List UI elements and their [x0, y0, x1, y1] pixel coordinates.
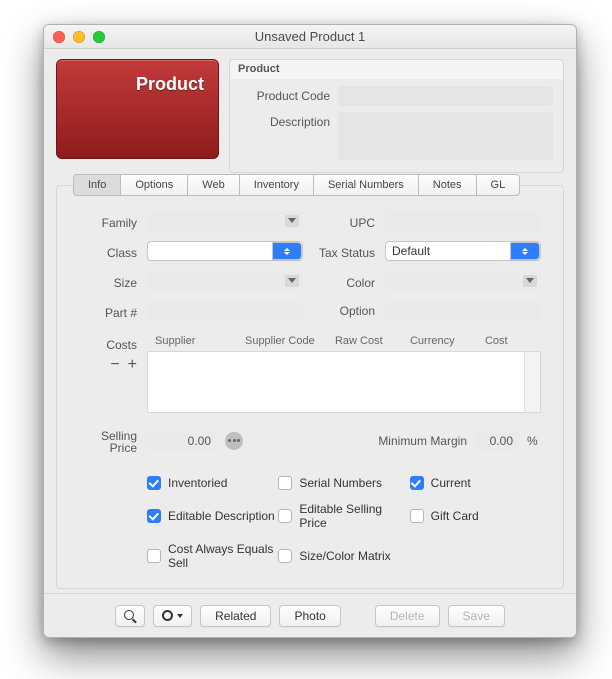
color-label: Color — [313, 273, 375, 290]
option-field[interactable] — [385, 301, 541, 321]
save-button[interactable]: Save — [448, 605, 505, 627]
selling-price-label: Selling Price — [79, 427, 137, 454]
costs-table[interactable] — [147, 351, 541, 413]
size-color-matrix-checkbox[interactable]: Size/Color Matrix — [278, 542, 409, 570]
gift-card-checkbox[interactable]: Gift Card — [410, 502, 541, 530]
tab-info[interactable]: Info — [73, 174, 120, 196]
product-group-title: Product — [229, 59, 564, 79]
min-margin-field[interactable]: 0.00 — [475, 431, 519, 451]
tab-body-info: Family UPC Class Tax Status Default — [57, 207, 563, 588]
search-icon — [124, 610, 136, 622]
tab-web[interactable]: Web — [187, 174, 238, 196]
pct-label: % — [527, 434, 541, 448]
class-label: Class — [79, 243, 137, 260]
window-title: Unsaved Product 1 — [255, 29, 366, 44]
cost-always-equals-sell-checkbox[interactable]: Cost Always Equals Sell — [147, 542, 278, 570]
chevron-down-icon — [288, 278, 296, 283]
description-label: Description — [240, 112, 330, 129]
description-field[interactable] — [338, 112, 553, 160]
titlebar: Unsaved Product 1 — [44, 25, 576, 49]
tax-status-select[interactable]: Default — [385, 241, 541, 261]
select-stepper-icon — [272, 242, 302, 260]
selling-price-field[interactable]: 0.00 — [145, 431, 217, 451]
tab-bar: Info Options Web Inventory Serial Number… — [73, 174, 547, 196]
costs-scrollbar[interactable] — [524, 352, 540, 412]
editable-selling-price-checkbox[interactable]: Editable Selling Price — [278, 502, 409, 530]
product-code-field[interactable] — [338, 86, 553, 106]
checkbox-icon — [410, 476, 424, 490]
content: Product Product Product Code Description… — [44, 49, 576, 601]
part-field[interactable] — [147, 301, 303, 321]
class-select[interactable] — [147, 241, 303, 261]
minimize-icon[interactable] — [73, 31, 85, 43]
product-code-label: Product Code — [240, 86, 330, 103]
serial-numbers-checkbox[interactable]: Serial Numbers — [278, 476, 409, 490]
action-menu-button[interactable] — [153, 605, 192, 627]
close-icon[interactable] — [53, 31, 65, 43]
costs-label: Costs — [79, 335, 137, 352]
color-dropdown[interactable] — [385, 271, 541, 291]
tab-inventory[interactable]: Inventory — [239, 174, 313, 196]
zoom-icon[interactable] — [93, 31, 105, 43]
select-stepper-icon — [510, 242, 540, 260]
costs-headers: Supplier Supplier Code Raw Cost Currency… — [147, 335, 541, 351]
related-button[interactable]: Related — [200, 605, 271, 627]
checkbox-icon — [147, 476, 161, 490]
add-cost-button[interactable]: + — [128, 356, 137, 374]
tab-serial-numbers[interactable]: Serial Numbers — [313, 174, 418, 196]
family-label: Family — [79, 213, 137, 230]
product-tile-label: Product — [136, 74, 204, 95]
tabs-panel: Info Options Web Inventory Serial Number… — [56, 185, 564, 589]
product-tile[interactable]: Product — [56, 59, 219, 159]
product-window: Unsaved Product 1 Product Product Produc… — [43, 24, 577, 638]
chevron-down-icon — [526, 278, 534, 283]
checkbox-grid: Inventoried Serial Numbers Current Edita… — [147, 476, 541, 570]
search-button[interactable] — [115, 605, 145, 627]
size-label: Size — [79, 273, 137, 290]
checkbox-icon — [147, 549, 161, 563]
photo-button[interactable]: Photo — [279, 605, 340, 627]
tab-notes[interactable]: Notes — [418, 174, 476, 196]
gear-icon — [162, 610, 173, 621]
delete-button[interactable]: Delete — [375, 605, 440, 627]
checkbox-icon — [410, 509, 424, 523]
editable-description-checkbox[interactable]: Editable Description — [147, 502, 278, 530]
tax-status-value: Default — [392, 244, 430, 258]
min-margin-label: Minimum Margin — [251, 434, 467, 448]
chevron-down-icon — [288, 218, 296, 223]
upc-field[interactable] — [385, 211, 541, 231]
footer-toolbar: Related Photo Delete Save — [44, 593, 576, 637]
remove-cost-button[interactable]: − — [110, 356, 119, 374]
inventoried-checkbox[interactable]: Inventoried — [147, 476, 278, 490]
tax-status-label: Tax Status — [313, 243, 375, 260]
product-group: Product Product Code Description — [229, 59, 564, 173]
current-checkbox[interactable]: Current — [410, 476, 541, 490]
family-dropdown[interactable] — [147, 211, 303, 231]
checkbox-icon — [278, 476, 292, 490]
tab-options[interactable]: Options — [120, 174, 187, 196]
upc-label: UPC — [313, 213, 375, 230]
checkbox-icon — [147, 509, 161, 523]
chevron-down-icon — [177, 614, 183, 618]
tab-gl[interactable]: GL — [476, 174, 521, 196]
checkbox-icon — [278, 509, 292, 523]
selling-price-more-button[interactable] — [225, 432, 243, 450]
checkbox-icon — [278, 549, 292, 563]
traffic-lights — [53, 31, 105, 43]
size-dropdown[interactable] — [147, 271, 303, 291]
option-label: Option — [313, 304, 375, 318]
part-label: Part # — [79, 303, 137, 320]
